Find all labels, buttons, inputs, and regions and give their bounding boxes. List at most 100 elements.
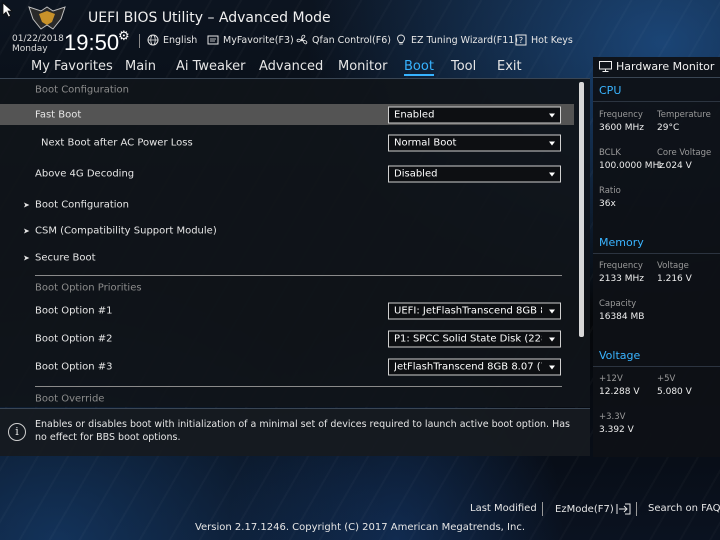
hardware-monitor-divider xyxy=(593,77,720,78)
boot-option-1-dropdown[interactable]: UEFI: JetFlashTranscend 8GB 8.0 xyxy=(388,302,561,320)
dropdown-value: Enabled xyxy=(394,109,435,120)
section-header-boot-configuration: Boot Configuration xyxy=(0,81,574,99)
memory-capacity-value: 16384 MB xyxy=(599,312,645,322)
cpu-bclk-value: 100.0000 MHz xyxy=(599,161,665,171)
setting-row-fast-boot[interactable]: Fast Boot Enabled xyxy=(0,104,574,125)
voltage-5v-value: 5.080 V xyxy=(657,387,692,397)
section-divider xyxy=(35,386,562,387)
hardware-monitor-label: Hardware Monitor xyxy=(616,60,715,73)
menu-item-boot[interactable]: Boot xyxy=(404,59,434,76)
ezmode-button[interactable]: EzMode(F7) xyxy=(555,503,632,515)
footer-separator xyxy=(636,502,637,516)
hw-section-cpu: CPU xyxy=(599,84,622,97)
fast-boot-dropdown[interactable]: Enabled xyxy=(388,106,561,123)
language-button[interactable]: English xyxy=(147,33,197,47)
dropdown-value: P1: SPCC Solid State Disk (2289 xyxy=(394,333,542,345)
menu-item-monitor[interactable]: Monitor xyxy=(338,59,387,74)
dropdown-arrow-icon xyxy=(549,337,555,342)
setting-row-boot-option-2[interactable]: Boot Option #2 P1: SPCC Solid State Disk… xyxy=(0,329,574,349)
memory-capacity-label: Capacity xyxy=(599,299,637,309)
submenu-secure-boot[interactable]: ➤ Secure Boot xyxy=(0,248,574,268)
setting-label-boot-option-3: Boot Option #3 xyxy=(35,361,113,373)
hw-section-divider xyxy=(593,366,720,367)
chevron-right-icon: ➤ xyxy=(23,226,30,236)
setting-label-fast-boot: Fast Boot xyxy=(35,109,82,120)
setting-label-boot-option-1: Boot Option #1 xyxy=(35,305,113,317)
dropdown-arrow-icon xyxy=(549,365,555,370)
tuf-logo-icon xyxy=(28,6,66,30)
boot-option-3-dropdown[interactable]: JetFlashTranscend 8GB 8.07 (74 xyxy=(388,358,561,376)
section-title: Boot Configuration xyxy=(35,84,130,96)
hw-section-divider xyxy=(593,101,720,102)
my-favorite-label: MyFavorite(F3) xyxy=(223,34,294,46)
search-on-faq-button[interactable]: Search on FAQ xyxy=(648,503,720,514)
dropdown-arrow-icon xyxy=(549,141,555,146)
voltage-12v-value: 12.288 V xyxy=(599,387,640,397)
voltage-5v-label: +5V xyxy=(657,374,676,384)
dropdown-arrow-icon xyxy=(549,172,555,177)
hw-section-divider xyxy=(593,253,720,254)
scrollbar-thumb[interactable] xyxy=(579,82,584,337)
menu-item-my-favorites[interactable]: My Favorites xyxy=(31,59,113,74)
voltage-3v3-label: +3.3V xyxy=(599,412,626,422)
ez-tuning-wizard-label: EZ Tuning Wizard(F11) xyxy=(411,34,519,46)
boot-settings-panel: Boot Configuration Fast Boot Enabled Nex… xyxy=(0,79,590,407)
menu-item-advanced[interactable]: Advanced xyxy=(259,59,323,74)
setting-label-above-4g: Above 4G Decoding xyxy=(35,168,135,180)
my-favorite-button[interactable]: MyFavorite(F3) xyxy=(207,33,294,47)
setting-row-boot-option-3[interactable]: Boot Option #3 JetFlashTranscend 8GB 8.0… xyxy=(0,357,574,377)
dropdown-value: Normal Boot xyxy=(394,137,457,149)
voltage-12v-label: +12V xyxy=(599,374,623,384)
boot-option-2-dropdown[interactable]: P1: SPCC Solid State Disk (2289 xyxy=(388,330,561,348)
menu-item-exit[interactable]: Exit xyxy=(497,59,522,74)
dropdown-arrow-icon xyxy=(549,309,555,314)
dropdown-value: JetFlashTranscend 8GB 8.07 (74 xyxy=(394,361,542,373)
cpu-frequency-label: Frequency xyxy=(599,110,643,120)
date-display[interactable]: 01/22/2018 Monday xyxy=(12,34,64,54)
help-bar: i Enables or disables boot with initiali… xyxy=(0,408,590,456)
svg-text:?: ? xyxy=(519,36,523,45)
submenu-boot-configuration[interactable]: ➤ Boot Configuration xyxy=(0,195,574,215)
footer-separator xyxy=(542,502,543,516)
cpu-temperature-value: 29°C xyxy=(657,123,680,133)
setting-row-next-boot-ac-power-loss[interactable]: Next Boot after AC Power Loss Normal Boo… xyxy=(0,133,574,153)
copyright-text: Version 2.17.1246. Copyright (C) 2017 Am… xyxy=(194,522,526,533)
language-label: English xyxy=(163,34,198,46)
mouse-cursor-icon xyxy=(2,2,14,18)
chevron-right-icon: ➤ xyxy=(23,253,30,263)
ezmode-label: EzMode(F7) xyxy=(555,503,614,515)
qfan-control-button[interactable]: Qfan Control(F6) xyxy=(296,33,391,47)
hardware-monitor-title: Hardware Monitor xyxy=(599,60,714,73)
hot-keys-label: Hot Keys xyxy=(531,34,573,46)
voltage-3v3-value: 3.392 V xyxy=(599,425,634,435)
hot-keys-button[interactable]: ? Hot Keys xyxy=(515,33,573,47)
last-modified-button[interactable]: Last Modified xyxy=(470,503,537,514)
submenu-csm[interactable]: ➤ CSM (Compatibility Support Module) xyxy=(0,221,574,241)
cpu-bclk-label: BCLK xyxy=(599,148,621,158)
footer: Last Modified EzMode(F7) Search on FAQ V… xyxy=(0,490,720,540)
next-boot-dropdown[interactable]: Normal Boot xyxy=(388,134,561,152)
menu-item-ai-tweaker[interactable]: Ai Tweaker xyxy=(176,59,245,74)
cpu-ratio-label: Ratio xyxy=(599,186,621,196)
memory-frequency-value: 2133 MHz xyxy=(599,274,645,284)
setting-row-above-4g-decoding[interactable]: Above 4G Decoding Disabled xyxy=(0,164,574,184)
ez-tuning-wizard-button[interactable]: EZ Tuning Wizard(F11) xyxy=(395,33,518,47)
menu-item-main[interactable]: Main xyxy=(125,59,156,74)
cpu-ratio-value: 36x xyxy=(599,199,616,209)
above-4g-dropdown[interactable]: Disabled xyxy=(388,165,561,183)
menu-item-tool[interactable]: Tool xyxy=(451,59,476,74)
setting-label-boot-option-2: Boot Option #2 xyxy=(35,333,113,345)
exit-arrow-icon xyxy=(616,503,631,515)
monitor-icon xyxy=(599,61,612,72)
gear-icon[interactable]: ⚙ xyxy=(118,29,130,44)
time-display[interactable]: 19:50 xyxy=(64,30,119,56)
submenu-label: Secure Boot xyxy=(35,252,96,264)
qfan-control-label: Qfan Control(F6) xyxy=(312,34,391,46)
dropdown-value: UEFI: JetFlashTranscend 8GB 8.0 xyxy=(394,305,542,317)
chevron-right-icon: ➤ xyxy=(23,200,30,210)
section-header-boot-option-priorities: Boot Option Priorities xyxy=(0,278,574,298)
info-icon: i xyxy=(8,423,26,441)
submenu-label: CSM (Compatibility Support Module) xyxy=(35,225,217,237)
dropdown-arrow-icon xyxy=(549,113,555,117)
setting-row-boot-option-1[interactable]: Boot Option #1 UEFI: JetFlashTranscend 8… xyxy=(0,301,574,321)
